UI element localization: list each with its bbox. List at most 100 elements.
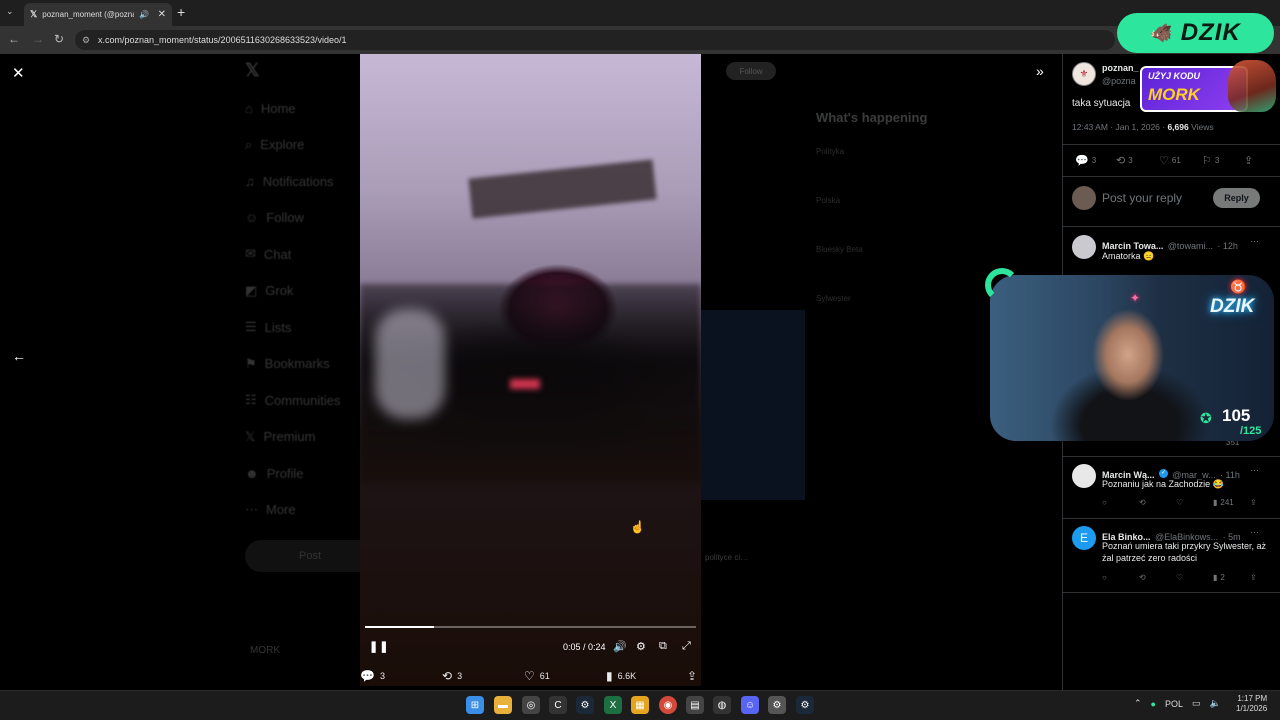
video-reply-action[interactable]: 💬 3 xyxy=(360,669,385,683)
address-bar[interactable]: ⚙ x.com/poznan_moment/status/20065116302… xyxy=(75,30,1115,50)
reply-share-icon[interactable]: ⇪ xyxy=(1250,498,1257,507)
url-text: x.com/poznan_moment/status/2006511630268… xyxy=(98,35,347,45)
video-progress-fill xyxy=(365,626,434,628)
reply-views[interactable]: ▮ 241 xyxy=(1213,498,1234,507)
post-author-avatar[interactable]: ⚜ xyxy=(1072,62,1096,86)
app-c-icon[interactable]: C xyxy=(549,696,567,714)
sub-goal-total: /125 xyxy=(1240,425,1262,437)
post-share-action[interactable]: ⇪ xyxy=(1244,154,1253,167)
more-icon[interactable]: ⋯ xyxy=(1250,236,1259,247)
app-icon[interactable]: ◍ xyxy=(713,696,731,714)
bg-user: MORK xyxy=(250,645,280,656)
bg-nav-item: ⋯ More xyxy=(245,501,296,518)
repost-icon: ⟲ xyxy=(1116,155,1126,167)
bg-post-button: Post xyxy=(245,540,375,572)
video-frame-red-light xyxy=(510,379,540,389)
reply-item[interactable]: Marcin Wą... ✓ @mar_w... · 11h ⋯ Poznani… xyxy=(1062,456,1280,518)
dzik-banner-text: DZIK xyxy=(1180,19,1241,46)
overlay-arc xyxy=(985,268,1019,302)
site-info-icon[interactable]: ⚙ xyxy=(82,35,90,46)
reply-share-icon[interactable]: ⇪ xyxy=(1250,573,1257,582)
post-bookmark-action[interactable]: ⚐ 3 xyxy=(1202,154,1219,167)
reply-like-icon[interactable]: ♡ xyxy=(1176,498,1183,507)
reply-avatar[interactable] xyxy=(1072,235,1096,259)
x-logo-icon: 𝕏 xyxy=(245,60,260,80)
reply-item[interactable]: E Ela Binko... @ElaBinkows... · 5m ⋯ Poz… xyxy=(1062,518,1280,592)
language-indicator[interactable]: POL xyxy=(1165,699,1183,709)
reply-reply-icon[interactable]: ○ xyxy=(1102,573,1107,582)
volume-icon[interactable]: 🔈 xyxy=(1210,698,1221,709)
share-icon: ⇪ xyxy=(1244,155,1254,167)
settings-icon[interactable]: ⚙ xyxy=(636,640,646,653)
post-author-name[interactable]: poznan_ xyxy=(1102,63,1139,73)
video-share-action[interactable]: ⇪ xyxy=(687,669,697,683)
repost-icon: ⟲ xyxy=(442,669,453,683)
webcam-neon-text: DZIK xyxy=(1210,296,1255,317)
bg-nav-item: ◩ Grok xyxy=(245,282,294,299)
reply-item[interactable]: Marcin Towa... @towami... · 12h ⋯ Amator… xyxy=(1062,226,1280,274)
views-icon: ▮ xyxy=(1213,498,1218,507)
bg-nav-item: ✉ Chat xyxy=(245,246,292,262)
pause-icon[interactable]: ❚❚ xyxy=(369,640,389,653)
reply-text: Poznań umiera taki przykry Sylwester, aż… xyxy=(1102,541,1267,563)
video-player[interactable] xyxy=(360,54,701,686)
app-icon[interactable]: ◎ xyxy=(522,696,540,714)
start-icon[interactable]: ⊞ xyxy=(466,696,484,714)
tab-search-chevron-icon[interactable]: ⌄ xyxy=(6,6,14,17)
heart-icon: ♡ xyxy=(1159,155,1169,167)
video-repost-action[interactable]: ⟲ 3 xyxy=(442,669,462,683)
reply-icon: 💬 xyxy=(360,669,375,683)
fullscreen-icon[interactable]: ⤢ xyxy=(682,640,691,653)
new-tab-icon[interactable]: + xyxy=(177,4,185,20)
reply-repost-icon[interactable]: ⟲ xyxy=(1139,498,1146,507)
promo-code: MORK xyxy=(1148,85,1200,104)
steam-icon[interactable]: ⚙ xyxy=(576,696,594,714)
discord-icon[interactable]: ☺ xyxy=(741,696,759,714)
reply-reply-icon[interactable]: ○ xyxy=(1102,498,1107,507)
video-like-action[interactable]: ♡ 61 xyxy=(524,669,550,683)
previous-arrow-icon[interactable]: ← xyxy=(12,348,26,364)
network-icon[interactable]: ▭ xyxy=(1192,698,1201,709)
tab-close-icon[interactable]: ✕ xyxy=(158,9,166,20)
reply-input[interactable]: Post your reply xyxy=(1102,191,1182,205)
back-icon[interactable]: ← xyxy=(8,32,20,46)
settings-icon[interactable]: ⚙ xyxy=(768,696,786,714)
forward-icon[interactable]: → xyxy=(32,32,44,46)
reload-icon[interactable]: ↻ xyxy=(54,32,64,46)
post-reply-action[interactable]: 💬 3 xyxy=(1075,154,1096,167)
clock[interactable]: 1:17 PM 1/1/2026 xyxy=(1236,694,1267,714)
more-icon[interactable]: ⋯ xyxy=(1250,465,1259,476)
reply-button[interactable]: Reply xyxy=(1213,188,1260,208)
post-author-handle[interactable]: @pozna xyxy=(1102,76,1136,86)
video-views-action[interactable]: ▮ 6.6K xyxy=(606,669,636,683)
app-grid-icon[interactable]: ▦ xyxy=(631,696,649,714)
reply-like-icon[interactable]: ♡ xyxy=(1176,573,1183,582)
reply-avatar[interactable]: E xyxy=(1072,526,1096,550)
post-repost-action[interactable]: ⟲ 3 xyxy=(1116,154,1133,167)
reply-views[interactable]: ▮ 2 xyxy=(1213,573,1225,582)
hand-cursor-icon: ☝ xyxy=(630,520,645,534)
bg-nav-item: ☷ Communities xyxy=(245,392,341,408)
promo-line1: UŻYJ KODU xyxy=(1148,71,1201,81)
expand-panel-icon[interactable]: » xyxy=(1036,63,1044,79)
close-icon[interactable]: ✕ xyxy=(12,64,25,82)
volume-icon[interactable]: 🔊 xyxy=(613,640,627,653)
video-frame-light xyxy=(375,309,445,419)
excel-icon[interactable]: X xyxy=(604,696,622,714)
mic-icon[interactable]: ● xyxy=(1151,699,1156,709)
reply-icon: 💬 xyxy=(1075,155,1089,167)
views-icon: ▮ xyxy=(606,669,613,683)
chrome-icon[interactable]: ◉ xyxy=(659,696,677,714)
app-icon[interactable]: ▤ xyxy=(686,696,704,714)
browser-tab[interactable]: 𝕏 poznan_moment (@poznan 🔊 ✕ xyxy=(24,3,172,26)
video-progress-bar[interactable] xyxy=(365,626,696,628)
reply-avatar[interactable] xyxy=(1072,464,1096,488)
more-icon[interactable]: ⋯ xyxy=(1250,527,1259,538)
post-like-action[interactable]: ♡ 61 xyxy=(1159,154,1181,167)
picture-in-picture-icon[interactable]: ⧉ xyxy=(659,640,667,653)
tray-chevron-icon[interactable]: ⌃ xyxy=(1134,698,1142,709)
steam-icon[interactable]: ⚙ xyxy=(796,696,814,714)
file-explorer-icon[interactable]: ▬ xyxy=(494,696,512,714)
tab-audio-icon[interactable]: 🔊 xyxy=(139,10,149,19)
reply-repost-icon[interactable]: ⟲ xyxy=(1139,573,1146,582)
